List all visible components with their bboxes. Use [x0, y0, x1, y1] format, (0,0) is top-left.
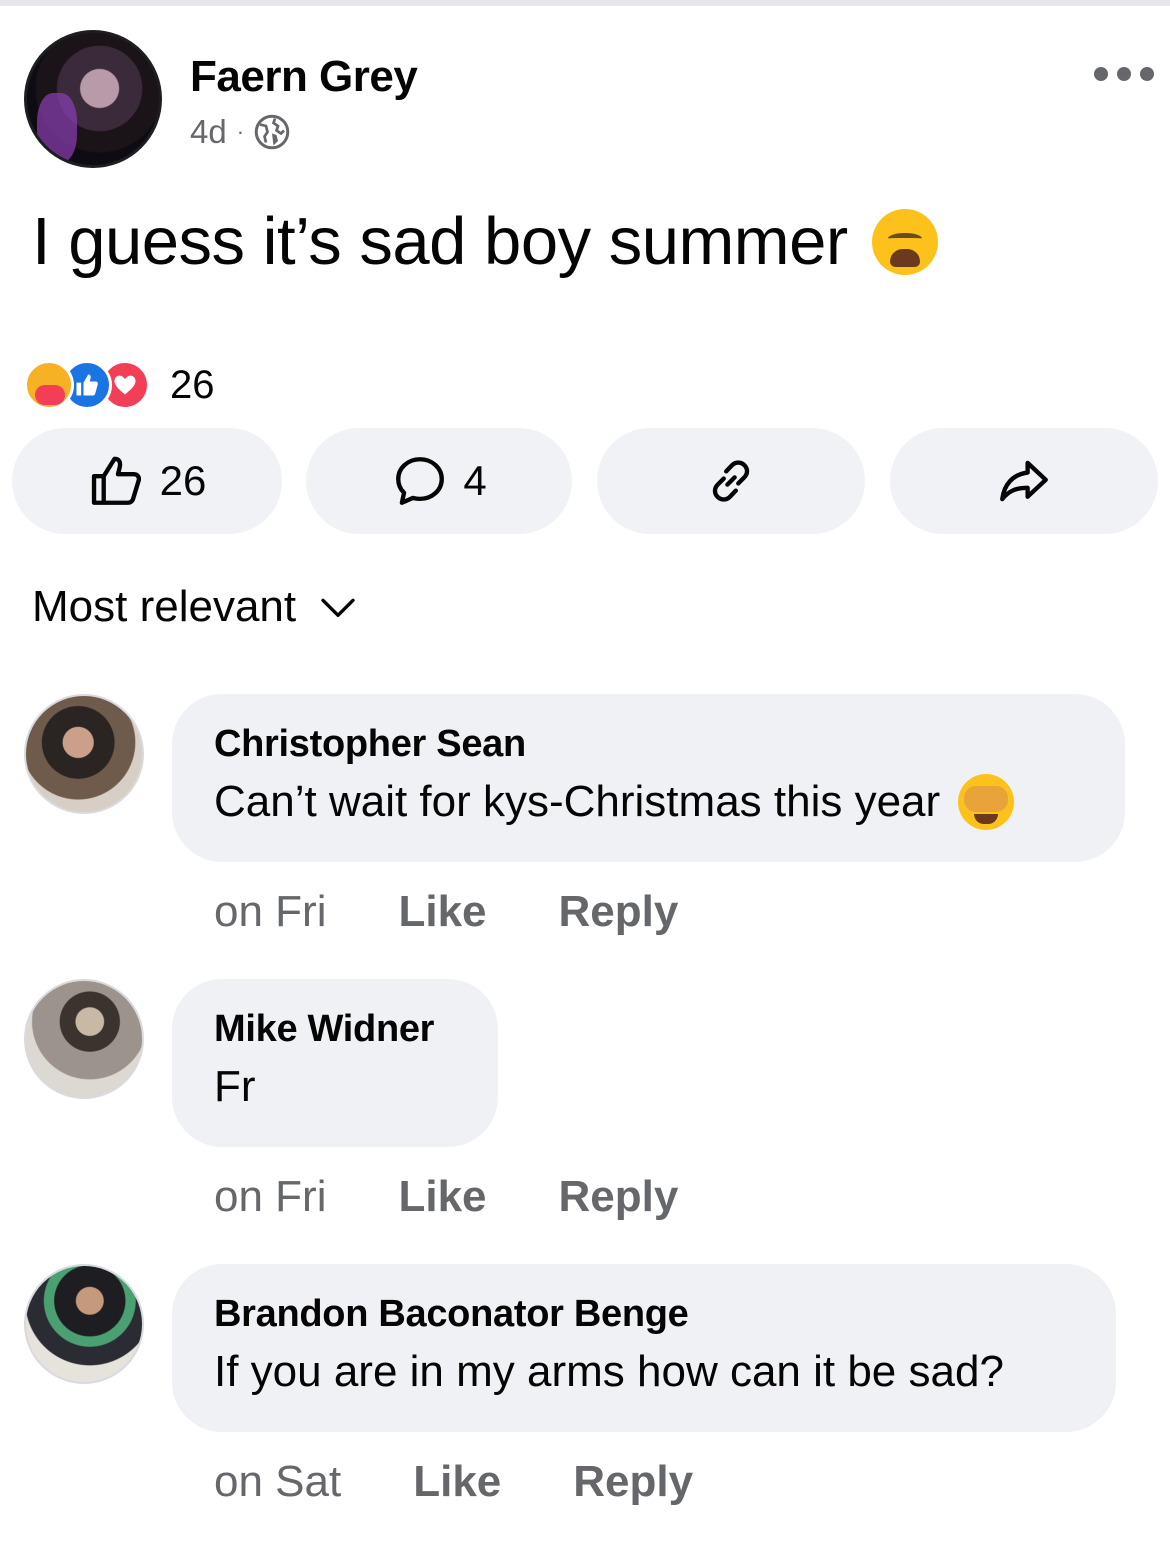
copy-link-button[interactable] [597, 428, 865, 534]
post-text: I guess it’s sad boy summer [32, 200, 938, 284]
care-reaction-icon [24, 360, 74, 410]
comment-button[interactable]: 4 [306, 428, 572, 534]
weary-face-emoji [871, 209, 938, 275]
comment-actions: on Fri Like Reply [214, 882, 678, 942]
comment-body: If you are in my arms how can it be sad? [214, 1347, 1004, 1396]
post-body: I guess it’s sad boy summer [32, 204, 848, 279]
commenter-avatar[interactable] [24, 979, 144, 1099]
commenter-avatar[interactable] [24, 694, 144, 814]
comment-body: Fr [214, 1062, 256, 1111]
see-no-evil-monkey-emoji [958, 774, 1015, 830]
comment-bubble: Christopher Sean Can’t wait for kys-Chri… [172, 694, 1125, 862]
author-name[interactable]: Faern Grey [190, 52, 418, 102]
thumbs-up-icon [91, 456, 141, 505]
commenter-name[interactable]: Brandon Baconator Benge [214, 1288, 1074, 1340]
comment-bubble: Brandon Baconator Benge If you are in my… [172, 1264, 1116, 1432]
post-time[interactable]: 4d [190, 113, 227, 151]
author-avatar[interactable] [24, 30, 162, 168]
comment-actions: on Fri Like Reply [214, 1167, 678, 1227]
meta-separator: · [236, 119, 245, 144]
commenter-name[interactable]: Mike Widner [214, 1003, 456, 1055]
comment-reply-button[interactable]: Reply [559, 887, 679, 937]
reactions-summary[interactable]: 26 [24, 360, 215, 410]
comment-body: Can’t wait for kys-Christmas this year [214, 777, 941, 826]
globe-icon[interactable] [254, 114, 290, 150]
sort-label: Most relevant [32, 582, 297, 631]
comment-text: Can’t wait for kys-Christmas this year [214, 770, 1083, 834]
comment-time: on Fri [214, 887, 327, 936]
commenter-avatar[interactable] [24, 1264, 144, 1384]
comment-bubble-icon [396, 457, 445, 505]
commenter-name[interactable]: Christopher Sean [214, 718, 1083, 770]
link-icon [712, 460, 750, 502]
comment-time: on Sat [214, 1457, 342, 1506]
comment-bubble: Mike Widner Fr [172, 979, 498, 1147]
comment-like-button[interactable]: Like [398, 887, 486, 937]
share-button[interactable] [890, 428, 1158, 534]
like-button[interactable]: 26 [12, 428, 282, 534]
more-options-icon[interactable] [1094, 62, 1154, 86]
post-header: Faern Grey 4d · [0, 0, 1170, 180]
post-meta: 4d · [190, 112, 290, 152]
comment-count: 4 [463, 457, 487, 504]
chevron-down-icon [321, 598, 355, 617]
comment-actions: on Sat Like Reply [214, 1452, 693, 1512]
comment-time: on Fri [214, 1172, 327, 1221]
comment-reply-button[interactable]: Reply [559, 1172, 679, 1222]
comment-sort-dropdown[interactable]: Most relevant [32, 582, 358, 632]
reactions-count: 26 [170, 362, 215, 407]
like-count: 26 [159, 457, 207, 504]
comment-reply-button[interactable]: Reply [573, 1457, 693, 1507]
comment-like-button[interactable]: Like [398, 1172, 486, 1222]
share-arrow-icon [1000, 460, 1048, 502]
comment-like-button[interactable]: Like [413, 1457, 501, 1507]
